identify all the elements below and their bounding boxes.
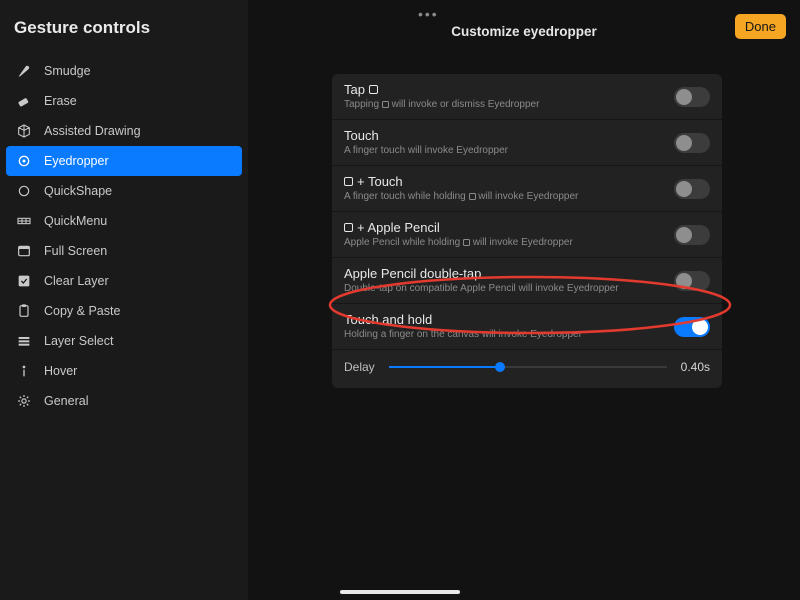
option-title: Touch and hold [344, 312, 710, 327]
square-icon [463, 239, 470, 246]
ellipsis-icon[interactable]: ••• [418, 6, 439, 22]
sidebar-item-label: Hover [44, 364, 77, 378]
sidebar-item-hover[interactable]: Hover [6, 356, 242, 386]
square-icon [369, 85, 378, 94]
sidebar-item-layer-select[interactable]: Layer Select [6, 326, 242, 356]
sidebar-item-eyedropper[interactable]: Eyedropper [6, 146, 242, 176]
sidebar-item-label: Clear Layer [44, 274, 109, 288]
option-title: Tap [344, 82, 710, 97]
delay-slider[interactable] [389, 361, 667, 373]
option-subtitle: Double-tap on compatible Apple Pencil wi… [344, 283, 710, 294]
option-square-touch: + Touch A finger touch while holding wil… [332, 166, 722, 212]
sidebar-item-clear-layer[interactable]: Clear Layer [6, 266, 242, 296]
target-icon [16, 153, 32, 169]
delay-row: Delay 0.40s [332, 350, 722, 388]
square-icon [344, 223, 353, 232]
filmstrip-icon [16, 213, 32, 229]
home-indicator[interactable] [340, 590, 460, 594]
options-panel: Tap Tapping will invoke or dismiss Eyedr… [332, 74, 722, 388]
option-title: Apple Pencil double-tap [344, 266, 710, 281]
option-subtitle: A finger touch while holding will invoke… [344, 191, 710, 202]
option-square-pencil: + Apple Pencil Apple Pencil while holdin… [332, 212, 722, 258]
hover-icon [16, 363, 32, 379]
sidebar-item-label: Eyedropper [44, 154, 109, 168]
option-pencil-double-tap: Apple Pencil double-tap Double-tap on co… [332, 258, 722, 304]
clipboard-icon [16, 303, 32, 319]
toggle-square-touch[interactable] [674, 179, 710, 199]
sidebar-item-full-screen[interactable]: Full Screen [6, 236, 242, 266]
page-title: Customize eyedropper [248, 24, 800, 39]
option-subtitle: A finger touch will invoke Eyedropper [344, 145, 710, 156]
square-icon [344, 177, 353, 186]
sidebar-item-copy-paste[interactable]: Copy & Paste [6, 296, 242, 326]
toggle-touch-and-hold[interactable] [674, 317, 710, 337]
sidebar-item-label: Full Screen [44, 244, 107, 258]
option-title-text: Tap [344, 82, 365, 97]
sidebar-item-label: Smudge [44, 64, 91, 78]
option-subtitle: Apple Pencil while holding will invoke E… [344, 237, 710, 248]
delay-value: 0.40s [681, 360, 710, 374]
sidebar-item-label: Assisted Drawing [44, 124, 141, 138]
option-title: + Apple Pencil [344, 220, 710, 235]
sidebar-item-quickmenu[interactable]: QuickMenu [6, 206, 242, 236]
sidebar-item-label: Layer Select [44, 334, 113, 348]
option-touch-and-hold: Touch and hold Holding a finger on the c… [332, 304, 722, 350]
smudge-icon [16, 63, 32, 79]
slider-thumb[interactable] [495, 362, 505, 372]
toggle-pencil-double-tap[interactable] [674, 271, 710, 291]
fullscreen-icon [16, 243, 32, 259]
header: ••• Customize eyedropper Done [248, 0, 800, 54]
done-button[interactable]: Done [735, 14, 786, 39]
sidebar-item-assisted-drawing[interactable]: Assisted Drawing [6, 116, 242, 146]
toggle-touch[interactable] [674, 133, 710, 153]
sidebar-item-erase[interactable]: Erase [6, 86, 242, 116]
sidebar-list: Smudge Erase Assisted Drawing Eyedropper [0, 56, 248, 416]
option-subtitle: Tapping will invoke or dismiss Eyedroppe… [344, 99, 710, 110]
sidebar-item-general[interactable]: General [6, 386, 242, 416]
gear-icon [16, 393, 32, 409]
layers-icon [16, 333, 32, 349]
cube-icon [16, 123, 32, 139]
eraser-icon [16, 93, 32, 109]
circle-outline-icon [16, 183, 32, 199]
option-title: Touch [344, 128, 710, 143]
sidebar-item-label: QuickShape [44, 184, 112, 198]
sidebar-title: Gesture controls [0, 18, 248, 56]
sidebar-item-label: Copy & Paste [44, 304, 120, 318]
square-icon [469, 193, 476, 200]
option-touch: Touch A finger touch will invoke Eyedrop… [332, 120, 722, 166]
sidebar-item-quickshape[interactable]: QuickShape [6, 176, 242, 206]
option-tap: Tap Tapping will invoke or dismiss Eyedr… [332, 74, 722, 120]
sidebar-item-smudge[interactable]: Smudge [6, 56, 242, 86]
toggle-tap[interactable] [674, 87, 710, 107]
sidebar: Gesture controls Smudge Erase Assisted D… [0, 0, 248, 600]
sidebar-item-label: General [44, 394, 88, 408]
square-icon [382, 101, 389, 108]
toggle-square-pencil[interactable] [674, 225, 710, 245]
sidebar-item-label: Erase [44, 94, 77, 108]
sidebar-item-label: QuickMenu [44, 214, 107, 228]
checkbox-icon [16, 273, 32, 289]
delay-label: Delay [344, 360, 375, 374]
option-title: + Touch [344, 174, 710, 189]
option-subtitle: Holding a finger on the canvas will invo… [344, 329, 710, 340]
